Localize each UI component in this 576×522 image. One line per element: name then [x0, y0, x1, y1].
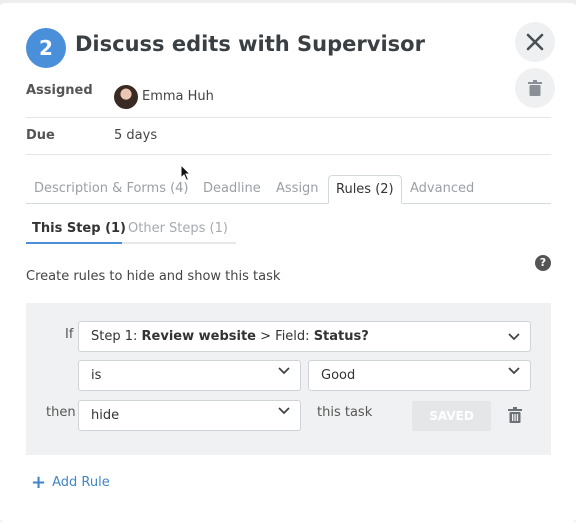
tab-bar: Description & Forms (4) Deadline Assign … — [26, 175, 551, 204]
field-step: Step 1: — [91, 329, 138, 344]
target-label: this task — [317, 405, 373, 420]
chevron-down-icon — [278, 367, 290, 375]
delete-task-button[interactable] — [515, 68, 555, 108]
add-rule-label: Add Rule — [52, 475, 110, 490]
chevron-down-icon — [508, 367, 520, 375]
tab-advanced[interactable]: Advanced — [410, 175, 474, 204]
action-select[interactable]: hide — [78, 400, 301, 431]
divider — [26, 154, 551, 155]
tab-deadline[interactable]: Deadline — [203, 175, 261, 204]
chevron-down-icon — [508, 333, 520, 341]
value-value: Good — [321, 368, 356, 383]
trash-icon[interactable] — [508, 407, 522, 423]
assignee-name[interactable]: Emma Huh — [142, 89, 214, 104]
subtab-other-steps[interactable]: Other Steps (1) — [122, 221, 236, 244]
help-icon[interactable]: ? — [535, 255, 551, 271]
divider — [26, 117, 551, 118]
task-panel: 2 Discuss edits with Supervisor Assigned… — [0, 3, 576, 522]
close-icon — [526, 33, 544, 51]
field-name: Status? — [313, 329, 369, 344]
close-button[interactable] — [515, 22, 555, 62]
tab-assign[interactable]: Assign — [276, 175, 319, 204]
action-value: hide — [91, 408, 120, 423]
field-separator: > Field: — [256, 329, 314, 344]
plus-icon: + — [31, 472, 47, 493]
step-number-badge: 2 — [26, 28, 66, 68]
avatar — [114, 85, 138, 109]
due-value[interactable]: 5 days — [114, 128, 157, 143]
tab-rules[interactable]: Rules (2) — [328, 175, 402, 204]
operator-select[interactable]: is — [78, 360, 301, 391]
assigned-label: Assigned — [26, 83, 93, 98]
due-label: Due — [26, 128, 55, 143]
then-label: then — [46, 405, 76, 420]
task-title[interactable]: Discuss edits with Supervisor — [75, 32, 425, 56]
add-rule-button[interactable]: + Add Rule — [31, 472, 110, 493]
if-label: If — [65, 327, 74, 342]
tab-description-forms[interactable]: Description & Forms (4) — [34, 175, 189, 204]
value-select[interactable]: Good — [308, 360, 531, 391]
chevron-down-icon — [278, 407, 290, 415]
saved-button[interactable]: SAVED — [412, 401, 491, 431]
field-step-name: Review website — [141, 329, 256, 344]
field-select[interactable]: Step 1: Review website > Field: Status? — [78, 321, 531, 352]
operator-value: is — [91, 368, 102, 383]
subtab-this-step[interactable]: This Step (1) — [26, 221, 132, 244]
rules-description: Create rules to hide and show this task — [26, 269, 281, 284]
trash-icon — [528, 80, 542, 96]
